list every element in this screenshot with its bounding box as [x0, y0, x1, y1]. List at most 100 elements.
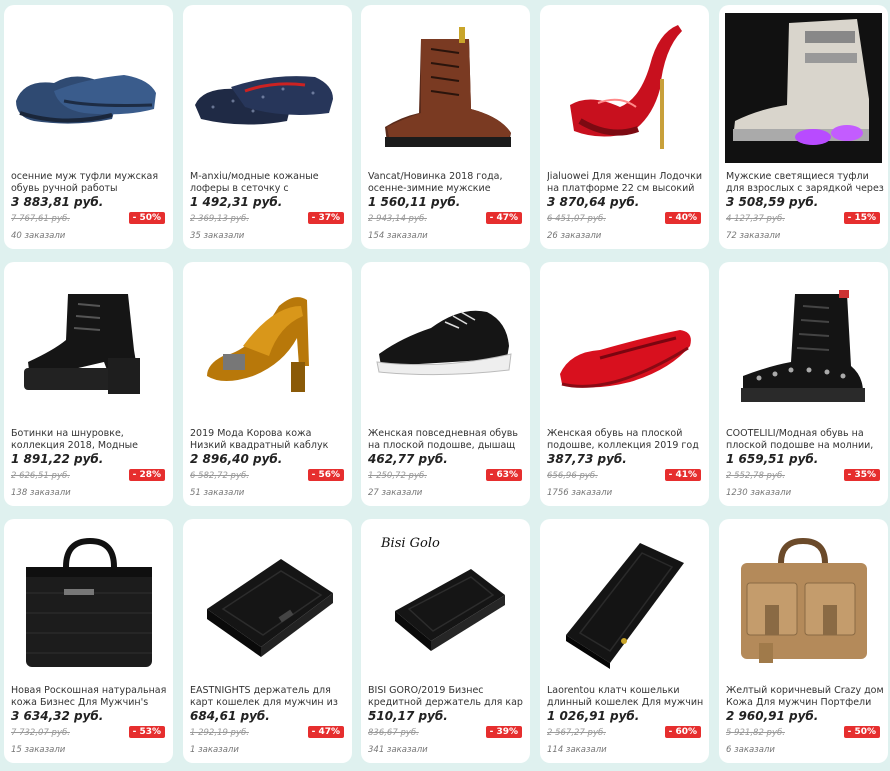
product-title[interactable]: M-anxiu/модные кожаные лоферы в сеточку …: [190, 171, 348, 195]
orders-count: 1 заказали: [190, 745, 239, 755]
studded-boot-icon[interactable]: [719, 266, 888, 426]
orders-count: 154 заказали: [368, 231, 428, 241]
product-title[interactable]: Желтый коричневый Crazy дом Кожа Для муж…: [726, 685, 884, 709]
product-title[interactable]: Женская повседневная обувь на плоской по…: [368, 428, 526, 452]
discount-badge: - 40%: [664, 212, 701, 224]
discount-badge: - 28%: [128, 469, 165, 481]
product-old-price: 6 582,72 руб.: [190, 471, 249, 481]
orders-count: 114 заказали: [547, 745, 607, 755]
discount-badge: - 41%: [664, 469, 701, 481]
long-wallet-icon[interactable]: [540, 523, 709, 683]
product-old-price: 5 921,82 руб.: [726, 728, 785, 738]
product-card[interactable]: Bisi Golo BISI GORO/2019 Бизнес кредитно…: [361, 519, 530, 763]
product-title[interactable]: Мужские светящиеся туфли для взрослых с …: [726, 171, 884, 195]
product-old-price: 2 626,51 руб.: [11, 471, 70, 481]
yellow-pump-icon[interactable]: [183, 266, 352, 426]
led-sneaker-icon[interactable]: [719, 9, 888, 169]
discount-badge: - 47%: [307, 726, 344, 738]
product-old-price: 2 552,78 руб.: [726, 471, 785, 481]
product-price: 684,61 руб.: [190, 709, 270, 723]
product-title[interactable]: Laorentou клатч кошельки длинный кошелек…: [547, 685, 705, 709]
product-old-price: 2 369,13 руб.: [190, 214, 249, 224]
product-card[interactable]: Новая Роскошная натуральная кожа Бизнес …: [4, 519, 173, 763]
product-title[interactable]: осенние муж туфли мужская обувь ручной р…: [11, 171, 169, 195]
orders-count: 35 заказали: [190, 231, 245, 241]
brand-watermark: Bisi Golo: [380, 536, 440, 551]
orders-count: 1756 заказали: [547, 488, 613, 498]
product-card[interactable]: Vancat/Новинка 2018 года, осенне-зимние …: [361, 5, 530, 249]
card-holder-icon[interactable]: [183, 523, 352, 683]
discount-badge: - 15%: [843, 212, 880, 224]
tan-messenger-bag-icon[interactable]: [719, 523, 888, 683]
product-title[interactable]: Ботинки на шнуровке, коллекция 2018, Мод…: [11, 428, 169, 452]
product-old-price: 6 451,07 руб.: [547, 214, 606, 224]
product-title[interactable]: BISI GORO/2019 Бизнес кредитной держател…: [368, 685, 526, 709]
product-card[interactable]: EASTNIGHTS держатель для карт кошелек дл…: [183, 519, 352, 763]
product-price: 2 896,40 руб.: [190, 452, 283, 466]
product-grid: осенние муж туфли мужская обувь ручной р…: [0, 0, 890, 771]
blue-oxford-shoes-icon[interactable]: [4, 9, 173, 169]
product-title[interactable]: COOTELILI/Модная обувь на плоской подошв…: [726, 428, 884, 452]
product-old-price: 4 127,37 руб.: [726, 214, 785, 224]
product-old-price: 7 732,07 руб.: [11, 728, 70, 738]
product-title[interactable]: EASTNIGHTS держатель для карт кошелек дл…: [190, 685, 348, 709]
product-price: 1 026,91 руб.: [547, 709, 640, 723]
product-title[interactable]: Новая Роскошная натуральная кожа Бизнес …: [11, 685, 169, 709]
red-high-heel-icon[interactable]: [540, 9, 709, 169]
product-title[interactable]: Jialuowei Для женщин Лодочки на платформ…: [547, 171, 705, 195]
product-card[interactable]: Женская обувь на плоской подошве, коллек…: [540, 262, 709, 506]
discount-badge: - 63%: [485, 469, 522, 481]
product-price: 3 883,81 руб.: [11, 195, 104, 209]
black-platform-boot-icon[interactable]: [4, 266, 173, 426]
glitter-loafers-icon[interactable]: [183, 9, 352, 169]
product-old-price: 1 292,19 руб.: [190, 728, 249, 738]
product-card[interactable]: Женская повседневная обувь на плоской по…: [361, 262, 530, 506]
product-old-price: 2 943,14 руб.: [368, 214, 427, 224]
black-sneaker-icon[interactable]: [361, 266, 530, 426]
brown-boot-icon[interactable]: [361, 9, 530, 169]
product-price: 1 492,31 руб.: [190, 195, 283, 209]
product-price: 3 870,64 руб.: [547, 195, 640, 209]
product-card[interactable]: осенние муж туфли мужская обувь ручной р…: [4, 5, 173, 249]
orders-count: 6 заказали: [726, 745, 775, 755]
product-price: 510,17 руб.: [368, 709, 448, 723]
discount-badge: - 60%: [664, 726, 701, 738]
discount-badge: - 53%: [128, 726, 165, 738]
orders-count: 51 заказали: [190, 488, 245, 498]
red-flat-icon[interactable]: [540, 266, 709, 426]
product-card[interactable]: M-anxiu/модные кожаные лоферы в сеточку …: [183, 5, 352, 249]
orders-count: 72 заказали: [726, 231, 781, 241]
product-price: 2 960,91 руб.: [726, 709, 819, 723]
discount-badge: - 47%: [485, 212, 522, 224]
product-old-price: 2 567,27 руб.: [547, 728, 606, 738]
orders-count: 27 заказали: [368, 488, 423, 498]
product-card[interactable]: Желтый коричневый Crazy дом Кожа Для муж…: [719, 519, 888, 763]
product-price: 3 508,59 руб.: [726, 195, 819, 209]
product-price: 462,77 руб.: [368, 452, 448, 466]
orders-count: 1230 заказали: [726, 488, 792, 498]
discount-badge: - 35%: [843, 469, 880, 481]
product-card[interactable]: Jialuowei Для женщин Лодочки на платформ…: [540, 5, 709, 249]
product-title[interactable]: Vancat/Новинка 2018 года, осенне-зимние …: [368, 171, 526, 195]
product-old-price: 1 250,72 руб.: [368, 471, 427, 481]
orders-count: 15 заказали: [11, 745, 66, 755]
product-old-price: 836,67 руб.: [368, 728, 419, 738]
orders-count: 138 заказали: [11, 488, 71, 498]
product-price: 1 560,11 руб.: [368, 195, 461, 209]
black-wallet-icon[interactable]: Bisi Golo: [361, 523, 530, 683]
product-title[interactable]: Женская обувь на плоской подошве, коллек…: [547, 428, 705, 452]
product-card[interactable]: Laorentou клатч кошельки длинный кошелек…: [540, 519, 709, 763]
product-price: 3 634,32 руб.: [11, 709, 104, 723]
product-old-price: 656,96 руб.: [547, 471, 598, 481]
product-card[interactable]: 2019 Мода Корова кожа Низкий квадратный …: [183, 262, 352, 506]
orders-count: 341 заказали: [368, 745, 428, 755]
product-title[interactable]: 2019 Мода Корова кожа Низкий квадратный …: [190, 428, 348, 452]
discount-badge: - 50%: [128, 212, 165, 224]
product-card[interactable]: Мужские светящиеся туфли для взрослых с …: [719, 5, 888, 249]
product-card[interactable]: Ботинки на шнуровке, коллекция 2018, Мод…: [4, 262, 173, 506]
discount-badge: - 37%: [307, 212, 344, 224]
product-card[interactable]: COOTELILI/Модная обувь на плоской подошв…: [719, 262, 888, 506]
discount-badge: - 39%: [485, 726, 522, 738]
discount-badge: - 56%: [307, 469, 344, 481]
black-briefcase-icon[interactable]: [4, 523, 173, 683]
